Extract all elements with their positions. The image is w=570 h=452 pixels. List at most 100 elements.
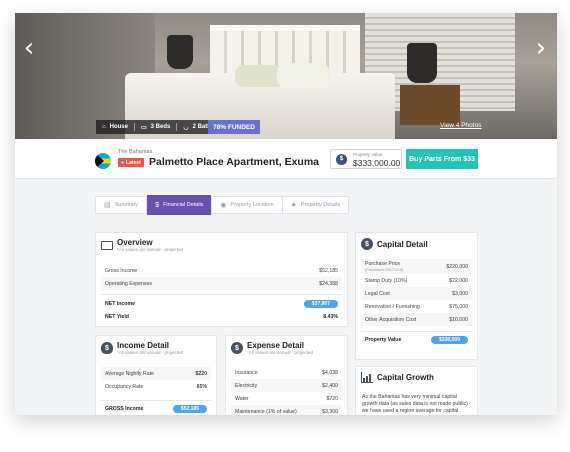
latest-badge-label: Latest [126, 159, 141, 166]
tab-property-location-label: Property Location [230, 202, 274, 208]
expense-title: Expense Detail [247, 341, 304, 350]
row-value: 65% [196, 383, 207, 390]
row-value: $2,400 [322, 382, 338, 389]
page-title: Palmetto Place Apartment, Exuma [149, 156, 319, 168]
table-row: Renovation / Furnishing $75,000 [361, 300, 472, 313]
row-value: $3,300 [322, 408, 338, 415]
row-value: $52,185 [319, 267, 338, 274]
chevron-left-icon[interactable]: ‹ [21, 33, 37, 63]
row-label: Other Acquisition Cost [365, 316, 417, 323]
table-row: Insurance $4,038 [231, 366, 342, 379]
table-row: Purchase Price (Purchased 2017/11/8) $22… [361, 259, 472, 274]
capital-total-row: Property Value $330,000 [361, 333, 472, 346]
gross-income-label: GROSS Income [105, 405, 144, 412]
table-row: Occupancy Rate 65% [101, 380, 211, 393]
bar-chart-icon [361, 372, 373, 383]
row-label: Gross Income [105, 267, 138, 274]
tab-summary[interactable]: ▤ Summary [96, 197, 148, 213]
row-value: $3,000 [452, 290, 468, 297]
money-bag-icon: $ [336, 154, 347, 165]
row-value: $720 [326, 395, 338, 402]
row-value: $4,038 [322, 369, 338, 376]
table-row: Water $720 [231, 392, 342, 405]
property-value: $333,000.00 [353, 158, 401, 168]
gross-income-row: GROSS Income $52,185 [101, 402, 211, 415]
row-label: Water [235, 395, 249, 402]
tab-property-location[interactable]: ◉ Property Location [212, 197, 283, 213]
country-label: The Bahamas [118, 149, 153, 155]
tab-financial-details[interactable]: $ Financial Details [147, 195, 213, 215]
dollar-coin-icon: $ [361, 238, 373, 250]
table-row: Maintenance (1% of value) $3,300 [231, 405, 342, 415]
expense-subtitle: *All values are annual - projected [247, 350, 314, 355]
table-row: Gross Income $52,185 [101, 264, 342, 277]
capital-total-label: Property Value [365, 336, 402, 343]
income-detail-card: $ Income Detail *All values are annual -… [95, 335, 217, 415]
dollar-icon: $ [155, 201, 160, 209]
net-yield-label: NET Yield [105, 313, 129, 320]
detail-tabs: ▤ Summary $ Financial Details ◉ Property… [95, 195, 350, 215]
buy-parts-button[interactable]: Buy Parts From $33 [406, 149, 478, 169]
tab-summary-label: Summary [114, 202, 139, 208]
dollar-coin-icon: $ [231, 342, 243, 354]
property-value-label: Property Value [353, 152, 383, 157]
net-income-label: NET Income [105, 300, 135, 307]
row-note: (Purchased 2017/11/8) [365, 267, 404, 272]
row-label: Electricity [235, 382, 258, 389]
row-label: Occupancy Rate [105, 383, 144, 390]
latest-badge: ● Latest [118, 158, 144, 167]
expense-detail-card: $ Expense Detail *All values are annual … [225, 335, 348, 415]
row-label: Legal Cost [365, 290, 390, 297]
bath-icon: ◡ [183, 124, 189, 131]
table-row: Electricity $2,400 [231, 379, 342, 392]
row-value: $10,000 [449, 316, 468, 323]
row-label: Stamp Duty (10%) [365, 277, 408, 284]
app-frame: ‹ › ⌂ House ▭ 3 Beds ◡ 2 Baths 78% FUNDE… [15, 13, 557, 415]
feature-beds: 3 Beds [150, 124, 171, 130]
capital-growth-card: Capital Growth As the Bahamas has very m… [355, 366, 478, 415]
table-row: Stamp Duty (10%) $22,000 [361, 274, 472, 287]
feature-type: House [109, 124, 128, 130]
row-value: $24,388 [319, 280, 338, 287]
property-features: ⌂ House ▭ 3 Beds ◡ 2 Baths [96, 120, 221, 134]
property-photo: ‹ › ⌂ House ▭ 3 Beds ◡ 2 Baths 78% FUNDE… [15, 13, 557, 139]
overview-card: Overview *All values are annual - projec… [95, 232, 348, 327]
row-label: Insurance [235, 369, 258, 376]
row-label: Average Nightly Rate [105, 370, 154, 377]
view-photos-link[interactable]: View 4 Photos [440, 122, 481, 129]
property-header: The Bahamas ● Latest Palmetto Place Apar… [15, 139, 557, 179]
net-income-value: $27,807 [303, 299, 338, 308]
chevron-right-icon[interactable]: › [533, 33, 549, 63]
tab-property-details[interactable]: ★ Property Details [283, 197, 348, 213]
row-value: $22,000 [449, 277, 468, 284]
tab-financial-details-label: Financial Details [163, 202, 204, 208]
capital-title: Capital Detail [377, 239, 428, 249]
bed-icon: ▭ [140, 124, 147, 131]
location-pin-icon: ◉ [220, 202, 227, 209]
overview-title: Overview [117, 238, 153, 247]
document-icon: ▤ [104, 202, 111, 209]
gross-income-value: $52,185 [172, 404, 207, 413]
row-value: $220 [195, 370, 207, 377]
row-label: Renovation / Furnishing [365, 303, 420, 310]
row-label: Operating Expenses [105, 280, 153, 287]
table-row: Other Acquisition Cost $10,000 [361, 313, 472, 326]
table-row: Average Nightly Rate $220 [101, 367, 211, 380]
fire-icon: ● [121, 159, 125, 166]
row-value: $75,000 [449, 303, 468, 310]
bahamas-flag-icon [95, 153, 111, 169]
row-value: $220,000 [446, 263, 468, 270]
house-icon: ⌂ [102, 124, 106, 130]
overview-subtitle: *All values are annual - projected [117, 247, 184, 252]
capital-growth-title: Capital Growth [377, 373, 434, 382]
row-label: Maintenance (1% of value) [235, 408, 297, 415]
income-title: Income Detail [117, 341, 170, 350]
net-yield-row: NET Yield 8.43% [101, 310, 342, 323]
star-icon: ★ [290, 202, 297, 209]
capital-detail-card: $ Capital Detail Purchase Price (Purchas… [355, 232, 478, 360]
tab-property-details-label: Property Details [300, 202, 341, 208]
capital-growth-text: As the Bahamas has very minimal capital … [362, 394, 468, 414]
table-row: Operating Expenses $24,388 [101, 277, 342, 290]
net-yield-value: 8.43% [323, 313, 338, 320]
money-bag-icon: $ [101, 342, 113, 354]
